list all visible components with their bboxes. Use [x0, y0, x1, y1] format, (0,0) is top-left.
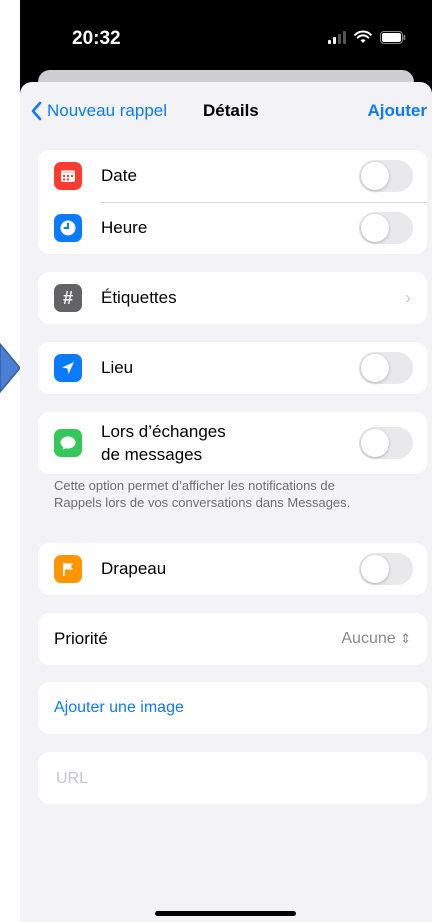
chevron-left-icon	[31, 101, 42, 121]
back-button-label: Nouveau rappel	[47, 101, 168, 120]
messaging-label-line1: Lors d’échanges	[101, 422, 226, 441]
time-label: Heure	[101, 218, 148, 237]
add-button[interactable]: Ajouter	[368, 101, 428, 121]
messaging-label-line2: de messages	[101, 445, 203, 464]
footnote-line2: Rappels lors de vos conversations dans M…	[54, 495, 351, 510]
flag-icon	[54, 555, 82, 583]
tags-label: Étiquettes	[101, 288, 177, 307]
updown-chevron-icon: ⇕	[400, 631, 411, 646]
location-toggle[interactable]	[359, 352, 413, 384]
date-label: Date	[101, 166, 137, 185]
status-time: 20:32	[72, 28, 121, 49]
priority-value-text: Aucune	[341, 630, 396, 647]
messaging-row: Lors d’échanges de messages	[38, 412, 427, 474]
pointer-arrow-shape	[0, 342, 21, 394]
navigation-bar: Nouveau rappel Détails Ajouter	[20, 82, 432, 142]
add-image-row[interactable]: Ajouter une image	[38, 682, 427, 734]
signal-icon	[328, 30, 346, 44]
phone-screen: 20:32 Nouveau rappel Détails Ajouter Dat…	[20, 0, 432, 922]
toggle-knob	[361, 555, 389, 583]
add-image-button[interactable]: Ajouter une image	[54, 699, 184, 717]
image-group[interactable]: Ajouter une image	[38, 682, 427, 734]
toggle-knob	[361, 429, 389, 457]
location-label: Lieu	[101, 358, 134, 377]
footnote-line1: Cette option permet d’afficher les notif…	[54, 478, 335, 493]
status-icons	[328, 30, 406, 44]
tags-row[interactable]: # Étiquettes ›	[38, 272, 427, 324]
flag-label: Drapeau	[101, 559, 167, 578]
messaging-toggle[interactable]	[359, 427, 413, 459]
hashtag-icon: #	[54, 284, 82, 312]
flag-row: Drapeau	[38, 543, 427, 595]
messaging-label: Lors d’échanges de messages	[101, 420, 226, 466]
priority-group[interactable]: Priorité Aucune ⇕	[38, 613, 427, 665]
location-row: Lieu	[38, 342, 427, 394]
tags-group[interactable]: # Étiquettes ›	[38, 272, 427, 324]
priority-row[interactable]: Priorité Aucune ⇕	[38, 613, 427, 665]
status-bar: 20:32	[20, 0, 432, 70]
back-button[interactable]: Nouveau rappel	[30, 101, 167, 121]
wifi-icon	[354, 30, 372, 44]
clock-icon	[54, 214, 82, 242]
chevron-right-icon: ›	[405, 288, 411, 307]
date-time-group: Date Heure	[38, 150, 427, 254]
time-row: Heure	[38, 202, 427, 254]
location-arrow-icon	[54, 354, 82, 382]
url-input[interactable]	[54, 766, 398, 792]
location-group: Lieu	[38, 342, 427, 394]
calendar-icon	[54, 162, 82, 190]
battery-icon	[380, 30, 406, 44]
page-title: Détails	[203, 101, 259, 120]
toggle-knob	[361, 354, 389, 382]
message-bubble-icon	[54, 429, 82, 457]
time-toggle[interactable]	[359, 212, 413, 244]
date-row: Date	[38, 150, 427, 202]
flag-group: Drapeau	[38, 543, 427, 595]
priority-value[interactable]: Aucune ⇕	[341, 630, 411, 648]
home-indicator	[155, 911, 296, 916]
date-toggle[interactable]	[359, 160, 413, 192]
toggle-knob	[361, 214, 389, 242]
flag-toggle[interactable]	[359, 553, 413, 585]
url-group	[38, 752, 427, 804]
messaging-footnote: Cette option permet d’afficher les notif…	[54, 477, 414, 511]
toggle-knob	[361, 162, 389, 190]
messaging-group: Lors d’échanges de messages	[38, 412, 427, 474]
priority-label: Priorité	[54, 629, 108, 648]
